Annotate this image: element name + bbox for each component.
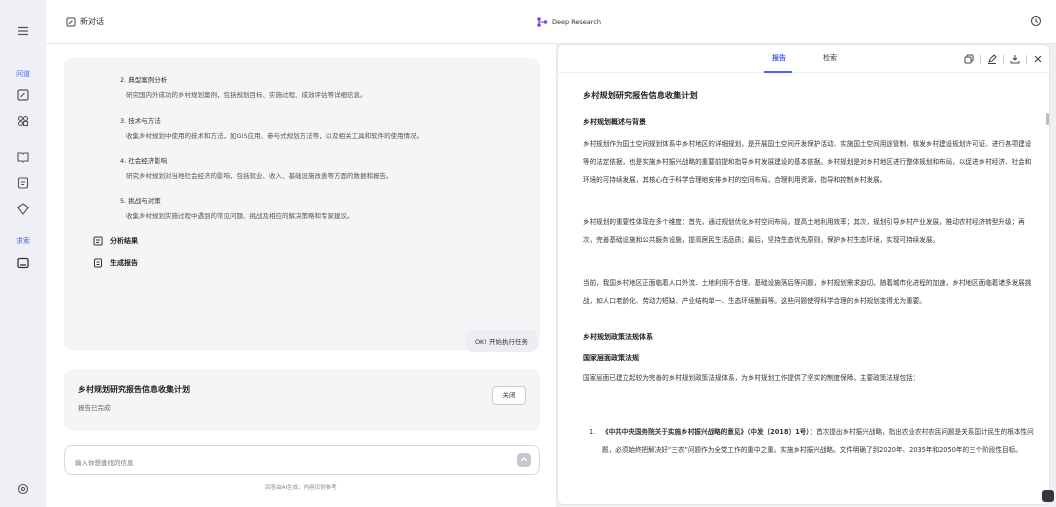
list-icon [93,236,103,246]
plan-step-title: 5. 挑战与对策 [120,197,161,205]
tab-report[interactable]: 报告 [772,53,786,63]
toolbar-divider [1026,54,1027,64]
report-document: 乡村规划研究报告信息收集计划 乡村规划概述与背景 乡村规划作为国土空间规划体系中… [558,73,1049,504]
doc-subheading: 国家层面政策法规 [583,354,639,362]
history-icon[interactable] [1030,15,1042,27]
sidebar-label-search: 求索 [16,237,30,245]
plan-step: 4. 社会经济影响 研究乡村规划对当地社会经济的影响，包括就业、收入、基础设施改… [120,155,393,180]
plan-step-title: 3. 技术与方法 [120,117,161,125]
floating-action-icon[interactable] [1042,490,1054,502]
settings-icon[interactable] [16,482,30,496]
deep-research-toggle[interactable]: Deep Research [536,16,601,28]
panel-tabs: 报告 检索 [558,45,1049,73]
search-history-icon[interactable] [16,256,30,270]
close-icon[interactable] [1033,54,1043,64]
report-card[interactable]: 乡村规划研究报告信息收集计划 报告已完成 关闭 [64,369,540,431]
scrollbar-thumb[interactable] [1046,113,1049,125]
close-report-button[interactable]: 关闭 [492,386,526,405]
plan-step: 5. 挑战与对策 收集乡村规划实施过程中遇到的常见问题、挑战及相应的解决策略和专… [120,195,354,220]
report-panel: 报告 检索 乡村规划研究报告信息收集计划 乡村规划概述与背景 乡村规划作为国土空… [557,44,1050,505]
chat-area: 2. 典型案例分析 研究国内外成功的乡村规划案例，包括规划目标、实施过程、成效评… [46,44,556,507]
panel-toolbar [964,54,1043,64]
phase-label: 生成报告 [110,259,138,267]
document-icon [93,258,103,268]
plan-step-title: 2. 典型案例分析 [120,76,168,84]
document-icon[interactable] [16,176,30,190]
doc-title: 乡村规划研究报告信息收集计划 [583,90,698,100]
doc-list-item-bold: 《中共中央国务院关于实施乡村振兴战略的意见》（中发〔2018〕1号） [602,428,810,436]
report-card-status: 报告已完成 [78,404,111,412]
sidebar-label-history: 问道 [16,70,30,78]
plan-step: 3. 技术与方法 收集乡村规划中使用的技术和方法，如GIS应用、参与式规划方法等… [120,115,423,140]
deep-research-label: Deep Research [552,18,602,26]
plan-step-desc: 研究国内外成功的乡村规划案例，包括规划目标、实施过程、成效评估等详细信息。 [126,91,367,99]
toolbar-divider [1003,54,1004,64]
compass-icon[interactable] [16,202,30,216]
input-placeholder: 输入你想查找的信息 [75,459,134,467]
edit-icon[interactable] [987,54,997,64]
ai-disclaimer: 回答由AI生成，内容仅供参考 [265,485,337,491]
plan-step-desc: 研究乡村规划对当地社会经济的影响，包括就业、收入、基础设施改善等方面的数据和报告… [126,172,393,180]
discover-icon[interactable] [16,114,30,128]
phase-report: 生成报告 [93,258,138,268]
new-chat-icon [66,17,76,27]
phase-analysis: 分析结果 [93,236,138,246]
plan-step-desc: 收集乡村规划中使用的技术和方法，如GIS应用、参与式规划方法等，以及相关工具和软… [126,132,424,140]
sidebar: 问道 求索 [0,0,46,507]
copy-icon[interactable] [964,54,974,64]
menu-icon[interactable] [16,24,30,38]
plan-card: 2. 典型案例分析 研究国内外成功的乡村规划案例，包括规划目标、实施过程、成效评… [64,58,540,350]
top-bar: 新对话 Deep Research [46,0,1056,44]
plan-step-title: 4. 社会经济影响 [120,157,168,165]
toolbar-divider [980,54,981,64]
phase-label: 分析结果 [110,237,138,245]
new-chat-button[interactable]: 新对话 [66,16,104,27]
doc-list-number: 1. [589,428,596,436]
download-icon[interactable] [1010,54,1020,64]
doc-paragraph: 当前，我国乡村地区正面临着人口外流、土地利用不合理、基础设施落后等问题，乡村规划… [583,279,1032,305]
report-card-title: 乡村规划研究报告信息收集计划 [78,385,190,394]
plan-step: 2. 典型案例分析 研究国内外成功的乡村规划案例，包括规划目标、实施过程、成效评… [120,74,367,99]
doc-section-heading: 乡村规划政策法规体系 [583,333,653,341]
new-chat-label: 新对话 [80,17,104,26]
message-input[interactable]: 输入你想查找的信息 [64,445,540,475]
book-icon[interactable] [16,150,30,164]
deep-research-icon [536,16,548,28]
tab-search[interactable]: 检索 [823,53,837,63]
doc-section-heading: 乡村规划概述与背景 [583,118,646,126]
doc-list-item: 《中共中央国务院关于实施乡村振兴战略的意见》（中发〔2018〕1号）：首次提出乡… [602,423,1035,459]
doc-paragraph: 乡村规划作为国土空间规划体系中乡村地区的详细规划，是开展国土空间开发保护活动、实… [583,140,1032,184]
doc-paragraph: 国家层面已建立起较为完善的乡村规划政策法规体系，为乡村规划工作提供了坚实的制度保… [583,374,920,382]
send-icon[interactable] [517,453,531,467]
doc-paragraph: 乡村规划的重要性体现在多个维度：首先，通过规划优化乡村空间布局，提高土地利用效率… [583,218,1025,244]
plan-step-desc: 收集乡村规划实施过程中遇到的常见问题、挑战及相应的解决策略和专家建议。 [126,212,354,220]
chat-icon[interactable] [16,88,30,102]
user-message-bubble: OK! 开始执行任务 [464,330,538,352]
